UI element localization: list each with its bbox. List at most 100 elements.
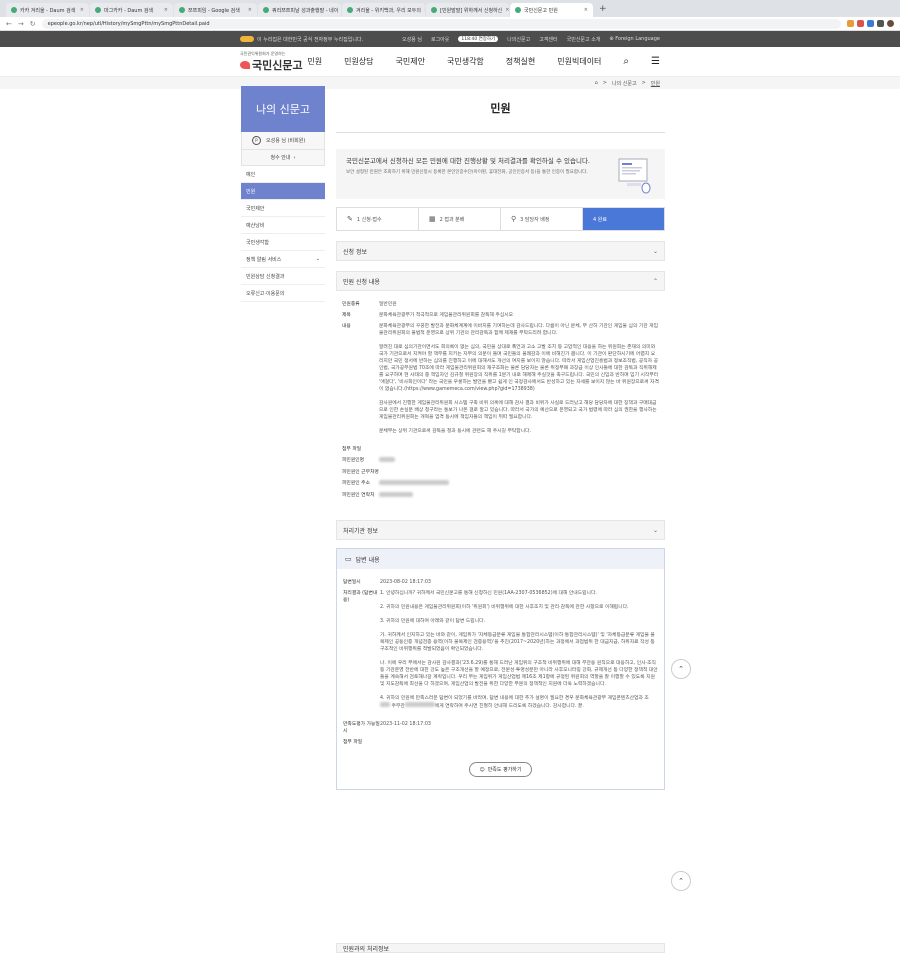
tab-label: 쯔쯔피임 - Google 검색 <box>188 7 240 14</box>
answer-box: ▭ 답변 내용 답변일시 2023-08-02 18:17:03 처리결과 (답변내… <box>336 548 665 790</box>
gov-emblem-icon <box>240 36 254 42</box>
avatar: P <box>252 136 261 145</box>
browser-tab[interactable]: 쿼리쯔쯔피날 성과출행말 - 네이× <box>258 3 341 17</box>
content-paragraph: 감사원에서 진행한 게임물관리위원회 시스템 구축 비위 의혹에 대해 감사 결… <box>379 401 657 420</box>
reload-icon[interactable]: ↻ <box>30 20 36 28</box>
extension-icon[interactable] <box>867 20 874 27</box>
chevron-down-icon: ⌄ <box>315 256 320 262</box>
nav-item-opinion[interactable]: 국민생각함 <box>447 56 484 67</box>
hamburger-icon[interactable]: ☰ <box>651 56 660 67</box>
site-logo[interactable]: 국민권익위원회가 운영하는 국민신문고 <box>240 51 303 73</box>
new-tab-icon[interactable]: + <box>594 4 612 17</box>
petition-content-table: 민원종류 일반민원 제목 문화체육관광부가 적극적으로 게임물관리위원회를 감독해 … <box>336 291 665 510</box>
sidebar-item-opinion[interactable]: 국민생각함 <box>241 234 325 251</box>
close-icon[interactable]: × <box>164 7 168 13</box>
smile-icon: ☺ <box>479 766 485 773</box>
sidebar: 나의 신문고 P 오성용 님 (비회원) 청수 안내 › 예인 민원 국민제안 예산… <box>241 86 325 302</box>
tab-label: 겨리울 - 위키백과, 우리 모두의 <box>356 7 421 14</box>
topbar-links: 오성용 님 로그아웃 118:40 연장하기 나의신문고 고객센터 국민신문고 … <box>402 36 660 43</box>
extension-icon[interactable] <box>877 20 884 27</box>
answer-text: 에게 연락하여 주시면 친절히 안내해 드리도록 하겠습니다. 감사합니다. 끝… <box>434 704 584 709</box>
intro-text: 국민신문고에서 신청하신 모든 민원에 대한 진행상황 및 처리결과를 확인하실… <box>346 157 596 191</box>
browser-tab[interactable]: 마그카카 - Daum 검색 × <box>90 3 173 17</box>
sidebar-item-consult-result[interactable]: 민원상담 신청결과 <box>241 268 325 285</box>
table-row: 만족도평가 가능일시 2023-11-02 18:17:03 <box>343 719 658 737</box>
profile-avatar[interactable] <box>887 20 894 27</box>
answer-title: 답변 내용 <box>355 556 380 564</box>
field-label: 내용 <box>342 324 351 329</box>
browser-tab-active[interactable]: 국민신문고 민원 × <box>510 3 593 17</box>
nav-item-proposal[interactable]: 국민제안 <box>396 56 425 67</box>
customer-center-link[interactable]: 고객센터 <box>539 36 557 43</box>
field-value: 2023-08-02 18:17:03 <box>380 580 431 585</box>
browser-tab[interactable]: [민원발말] 위하께서 신청하신 × <box>426 3 509 17</box>
person-icon: ⚲ <box>511 215 517 223</box>
logout-link[interactable]: 로그아웃 <box>431 36 449 43</box>
extension-icon[interactable] <box>847 20 854 27</box>
sidebar-title: 나의 신문고 <box>241 86 325 132</box>
back-icon[interactable]: ← <box>6 20 12 28</box>
session-timer-button[interactable]: 118:40 연장하기 <box>458 36 499 42</box>
about-link[interactable]: 국민신문고 소개 <box>567 36 601 43</box>
extension-icon[interactable] <box>857 20 864 27</box>
section-apply-info[interactable]: 신청 정보 ⌄ <box>336 241 665 261</box>
sidebar-item-label: 예산낭비 <box>246 222 265 229</box>
progress-steps: ✎ 1 신청·접수 ▦ 2 접과 분배 ⚲ 3 담당자 배정 4 완료 <box>336 207 665 231</box>
field-label: 민원종류 <box>342 302 360 307</box>
sidebar-user-box: P 오성용 님 (비회원) 청수 안내 › <box>241 132 325 166</box>
answer-text: 주무관 <box>391 704 405 709</box>
section-last[interactable]: 민원과의 처리정보 <box>336 943 665 953</box>
sidebar-item-proposal[interactable]: 국민제안 <box>241 200 325 217</box>
address-bar-row: ← → ↻ epeople.go.kr/nep/utl/History/mySm… <box>0 17 900 31</box>
logo-title: 국민신문고 <box>240 57 303 73</box>
answer-paragraph: 1. 안녕하십니까? 귀하께서 국민신문고를 통해 신청하신 민원(1AA-23… <box>380 591 597 596</box>
nav-item-consult[interactable]: 민원상담 <box>344 56 373 67</box>
close-icon[interactable]: × <box>584 7 588 13</box>
nav-item-policy[interactable]: 정책실현 <box>506 56 535 67</box>
answer-paragraph: 3. 귀하의 민원에 대하여 아래와 같이 답변 드립니다. <box>380 619 486 624</box>
field-label: 피민원인 주소 <box>342 481 371 486</box>
close-icon[interactable]: × <box>505 7 509 13</box>
logo-mark-icon <box>240 60 250 69</box>
globe-icon: ⊕ <box>609 36 614 42</box>
sidebar-item-error-report[interactable]: 오류신고·이용문의 <box>241 285 325 302</box>
sidebar-item-policy-alert[interactable]: 정책 알림 서비스 ⌄ <box>241 251 325 268</box>
computer-illustration-icon <box>618 158 651 194</box>
step-label: 1 신청·접수 <box>356 216 382 223</box>
section-org-info[interactable]: 처리기관 정보 ⌄ <box>336 520 665 540</box>
rate-satisfaction-button[interactable]: ☺ 만족도 평가하기 <box>469 762 532 777</box>
forward-icon[interactable]: → <box>18 20 24 28</box>
my-sinmungo-link[interactable]: 나의신문고 <box>507 36 530 43</box>
scroll-top-button[interactable]: ⌃ <box>671 871 691 891</box>
chevron-down-icon: ⌄ <box>652 247 658 255</box>
tab-favicon-icon <box>179 7 185 13</box>
browser-tab[interactable]: 겨리울 - 위키백과, 우리 모두의× <box>342 3 425 17</box>
guide-link[interactable]: 청수 안내 › <box>242 149 324 165</box>
sidebar-item-budget-waste[interactable]: 예산낭비 <box>241 217 325 234</box>
url-input[interactable]: epeople.go.kr/nep/utl/History/mySmgPttn/… <box>41 18 841 29</box>
sidebar-item-example[interactable]: 예인 <box>241 166 325 183</box>
nav-item-bigdata[interactable]: 민원빅데이터 <box>557 56 601 67</box>
tab-favicon-icon <box>347 7 353 13</box>
close-icon[interactable]: × <box>80 7 84 13</box>
table-row: 피민원인 주소 <box>342 478 659 490</box>
close-icon[interactable]: × <box>248 7 252 13</box>
table-row: 처리결과 (답변내용) 1. 안녕하십니까? 귀하께서 국민신문고를 통해 신청… <box>343 588 658 719</box>
nav-item-petition[interactable]: 민원 <box>307 56 322 67</box>
browser-tab[interactable]: 쯔쯔피임 - Google 검색 × <box>174 3 257 17</box>
answer-paragraph: 가. 귀하께서 인지하고 있는 바와 같이, 게임위가 '자체등급분류 게임물 … <box>380 633 655 652</box>
gov-notice: 이 누리집은 대한민국 공식 전자정부 누리집입니다. <box>240 36 363 43</box>
language-link[interactable]: ⊕ Foreign Language <box>609 36 660 42</box>
scroll-top-button[interactable]: ⌃ <box>671 659 691 679</box>
close-icon[interactable]: × <box>424 7 425 13</box>
sidebar-item-petition[interactable]: 민원 <box>241 183 325 200</box>
search-icon[interactable]: ⌕ <box>623 56 629 67</box>
field-value: 문화체육관광부가 적극적으로 게임물관리위원회를 감독해 주십시오 <box>379 313 514 318</box>
tab-favicon-icon <box>95 7 101 13</box>
section-petition-content[interactable]: 민원 신청 내용 ⌃ <box>336 271 665 291</box>
section-title: 처리기관 정보 <box>343 527 379 535</box>
browser-tab[interactable]: 카카 겨리울 - Daum 검색 × <box>6 3 89 17</box>
redacted-value <box>404 702 435 707</box>
sidebar-item-label: 국민제안 <box>246 205 265 212</box>
answer-paragraph: 4. 귀하의 민원에 만족스러운 답변이 되었기를 바라며, 답변 내용에 대한… <box>380 695 658 710</box>
